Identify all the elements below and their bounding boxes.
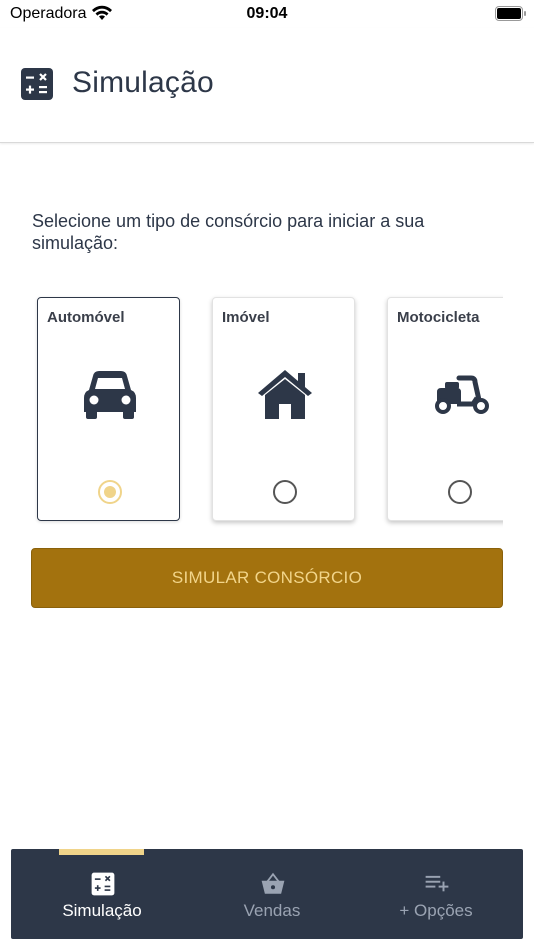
scooter-icon [435, 375, 489, 414]
car-icon [84, 371, 136, 419]
simulate-button[interactable]: SIMULAR CONSÓRCIO [31, 548, 503, 608]
tab-opcoes[interactable]: + Opções [351, 849, 521, 939]
card-imovel[interactable]: Imóvel [212, 297, 355, 521]
tab-label: + Opções [399, 901, 473, 920]
radio-button-selected[interactable] [98, 480, 122, 504]
bottom-navigation: Simulação Vendas + Opções [11, 849, 523, 939]
playlist-add-icon [425, 875, 449, 892]
calculator-icon [21, 68, 53, 100]
consortium-type-carousel[interactable]: Automóvel Imóvel Motocicleta [30, 290, 503, 530]
card-label: Motocicleta [397, 309, 480, 326]
card-label: Automóvel [47, 309, 125, 326]
status-bar: Operadora 09:04 [0, 0, 534, 28]
house-icon [258, 370, 312, 419]
radio-button[interactable] [448, 480, 472, 504]
page-title: Simulação [72, 66, 214, 99]
card-motocicleta[interactable]: Motocicleta [387, 297, 503, 521]
radio-button[interactable] [273, 480, 297, 504]
battery-icon [495, 6, 526, 21]
tab-label: Vendas [243, 901, 301, 920]
app-header: Simulação [0, 28, 534, 143]
card-label: Imóvel [222, 309, 270, 326]
clock: 09:04 [246, 5, 288, 22]
card-automovel[interactable]: Automóvel [37, 297, 180, 521]
tab-label: Simulação [62, 901, 142, 920]
basket-icon [261, 872, 285, 894]
tab-vendas[interactable]: Vendas [187, 849, 357, 939]
calculator-icon [91, 872, 115, 896]
tab-simulacao[interactable]: Simulação [17, 849, 187, 939]
instruction-text: Selecione um tipo de consórcio para inic… [32, 211, 425, 253]
